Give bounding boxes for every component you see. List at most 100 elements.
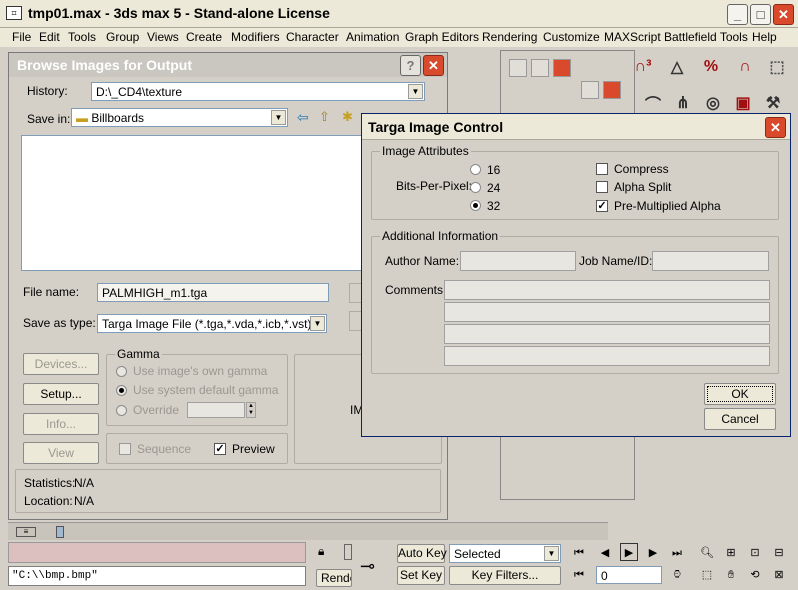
menu-battlefield-tools[interactable]: Battlefield Tools	[664, 30, 748, 44]
browse-close-button[interactable]: ✕	[423, 55, 444, 76]
job-input[interactable]	[652, 251, 769, 271]
bg2-minimize-icon[interactable]	[581, 81, 599, 99]
menu-help[interactable]: Help	[752, 30, 777, 44]
region-zoom-icon[interactable]: ⬚	[698, 566, 716, 584]
close-button[interactable]: ✕	[773, 4, 794, 25]
ok-button[interactable]: OK	[704, 383, 776, 405]
info-button[interactable]: Info...	[23, 413, 99, 435]
gamma-override-radio[interactable]	[116, 405, 127, 416]
bpp-16-radio[interactable]	[470, 164, 481, 175]
play-icon[interactable]: ▶︎	[620, 543, 638, 561]
up-folder-icon[interactable]: ⇧	[319, 109, 330, 125]
script-listener-input[interactable]: "C:\\bmp.bmp"	[8, 566, 306, 586]
zoom-extents-all-icon[interactable]: ⊟	[770, 544, 788, 562]
back-icon[interactable]: ⇦	[297, 109, 309, 126]
cancel-button[interactable]: Cancel	[704, 408, 776, 430]
saveastype-dropdown[interactable]: Targa Image File (*.tga,*.vda,*.icb,*.vs…	[97, 314, 327, 333]
menu-group[interactable]: Group	[106, 30, 139, 44]
gamma-override-input[interactable]	[187, 402, 245, 418]
current-frame-input[interactable]: 0	[596, 566, 662, 584]
bg-close-icon[interactable]	[553, 59, 571, 77]
gamma-spinner-icon[interactable]: ▲ ▼	[246, 402, 256, 418]
minimize-button[interactable]: _	[727, 4, 748, 25]
sequence-checkbox[interactable]	[119, 443, 131, 455]
timeline[interactable]: ≡	[8, 522, 608, 540]
prev-frame-icon[interactable]: ◀︎	[596, 544, 614, 562]
menu-modifiers[interactable]: Modifiers	[231, 30, 280, 44]
goto-end-icon[interactable]: ⏭	[668, 544, 686, 562]
time-slider-handle[interactable]	[56, 526, 64, 538]
lock-icon[interactable]: 🔒︎	[318, 544, 324, 559]
compress-checkbox[interactable]	[596, 163, 608, 175]
menu-customize[interactable]: Customize	[543, 30, 600, 44]
view-button[interactable]: View	[23, 442, 99, 464]
gamma-system-radio[interactable]	[116, 385, 127, 396]
cube-icon[interactable]: ⬚	[764, 54, 790, 80]
app-icon[interactable]: ⌗	[6, 6, 22, 20]
comments-line-3[interactable]	[444, 324, 770, 344]
bpp-24-radio[interactable]	[470, 182, 481, 193]
menu-create[interactable]: Create	[186, 30, 222, 44]
time-config-icon[interactable]: ⌚︎	[668, 566, 686, 584]
render-button[interactable]: Rende	[316, 569, 352, 587]
zoom-extents-icon[interactable]: ⊡	[746, 544, 764, 562]
bpp-32-radio[interactable]	[470, 200, 481, 211]
comments-line-1[interactable]	[444, 280, 770, 300]
zoom-icon[interactable]: 🔍︎	[698, 544, 716, 562]
new-folder-icon[interactable]: ✱	[342, 109, 353, 125]
chevron-down-icon[interactable]: ▼	[271, 110, 286, 125]
history-dropdown[interactable]: D:\_CD4\texture ▼	[91, 82, 425, 101]
menu-file[interactable]: File	[12, 30, 31, 44]
preview-checkbox[interactable]: ✓	[214, 443, 226, 455]
selection-lock-icon[interactable]	[344, 544, 352, 560]
key-icon[interactable]: ⊸	[360, 556, 375, 577]
setkey-button[interactable]: Set Key	[397, 566, 445, 585]
filename-input[interactable]: PALMHIGH_m1.tga	[97, 283, 329, 302]
gamma-label: Gamma	[115, 347, 162, 361]
zoom-all-icon[interactable]: ⊞	[722, 544, 740, 562]
key-selection-dropdown[interactable]: Selected ▼	[449, 544, 561, 563]
comments-line-2[interactable]	[444, 302, 770, 322]
targa-close-button[interactable]: ✕	[765, 117, 786, 138]
pan-icon[interactable]: ✋︎	[722, 566, 740, 584]
maximize-button[interactable]: □	[750, 4, 771, 25]
comments-line-4[interactable]	[444, 346, 770, 366]
help-button[interactable]: ?	[400, 55, 421, 76]
key-mode-icon[interactable]: ⏮	[570, 566, 588, 584]
premult-alpha-checkbox[interactable]: ✓	[596, 200, 608, 212]
script-listener-macro[interactable]	[8, 542, 306, 563]
menu-edit[interactable]: Edit	[39, 30, 60, 44]
alpha-split-checkbox[interactable]	[596, 181, 608, 193]
maximize-viewport-icon[interactable]: ⊠	[770, 566, 788, 584]
setup-button[interactable]: Setup...	[23, 383, 99, 405]
devices-button[interactable]: Devices...	[23, 353, 99, 375]
timeline-icon[interactable]: ≡	[16, 527, 36, 537]
bg-maximize-icon[interactable]	[531, 59, 549, 77]
arc-rotate-icon[interactable]: ⟲	[746, 566, 764, 584]
bg-minimize-icon[interactable]	[509, 59, 527, 77]
autokey-button[interactable]: Auto Key	[397, 544, 447, 563]
keyfilters-button[interactable]: Key Filters...	[449, 566, 561, 585]
angle-snap-icon[interactable]: △	[664, 54, 690, 80]
chevron-down-icon[interactable]: ▼	[544, 546, 559, 561]
menu-views[interactable]: Views	[147, 30, 179, 44]
menu-bar: File Edit Tools Group Views Create Modif…	[0, 28, 798, 47]
spinner-snap-icon[interactable]: ∩	[732, 54, 758, 80]
percent-snap-icon[interactable]: %	[698, 54, 724, 80]
menu-maxscript[interactable]: MAXScript	[604, 30, 661, 44]
menu-animation[interactable]: Animation	[346, 30, 399, 44]
chevron-down-icon[interactable]: ▼	[408, 84, 423, 99]
app-title: tmp01.max - 3ds max 5 - Stand-alone Lice…	[28, 5, 330, 21]
savein-dropdown[interactable]: ▬ Billboards ▼	[71, 108, 288, 127]
menu-tools[interactable]: Tools	[68, 30, 96, 44]
goto-start-icon[interactable]: ⏮	[570, 544, 588, 562]
gamma-own-radio[interactable]	[116, 366, 127, 377]
chevron-down-icon[interactable]: ▼	[310, 316, 325, 331]
menu-graph-editors[interactable]: Graph Editors	[405, 30, 479, 44]
next-frame-icon[interactable]: ▶︎	[644, 544, 662, 562]
menu-character[interactable]: Character	[286, 30, 339, 44]
menu-rendering[interactable]: Rendering	[482, 30, 537, 44]
bg2-close-icon[interactable]	[603, 81, 621, 99]
statistics-value: N/A	[74, 476, 95, 490]
author-input[interactable]	[460, 251, 576, 271]
